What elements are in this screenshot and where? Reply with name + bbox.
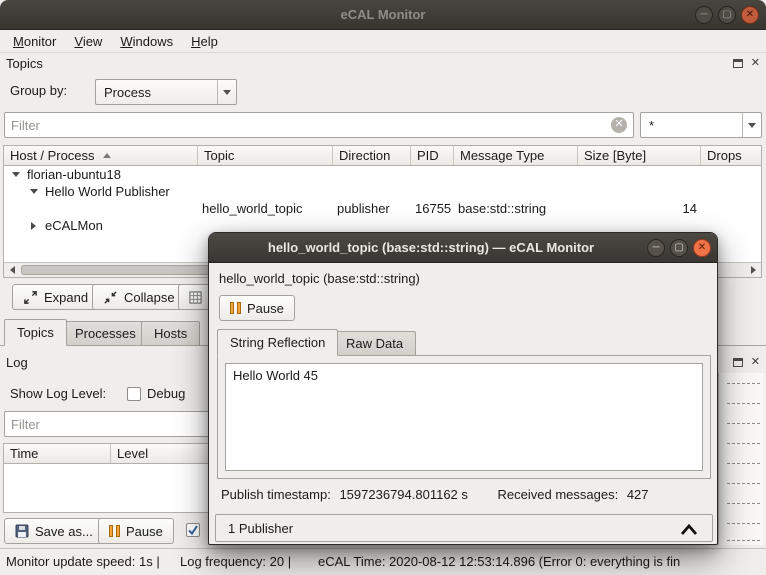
minimize-icon[interactable]: ─: [695, 6, 713, 24]
save-as-button[interactable]: Save as...: [4, 518, 104, 544]
close-icon[interactable]: ✕: [741, 6, 759, 24]
column-level[interactable]: Level: [111, 444, 213, 463]
maximize-icon[interactable]: ▢: [718, 6, 736, 24]
close-icon[interactable]: ✕: [693, 239, 711, 257]
grid-icon: [189, 290, 202, 304]
dialog-titlebar: hello_world_topic (base:std::string) — e…: [209, 233, 717, 263]
tree-row-host[interactable]: florian-ubuntu18: [4, 166, 761, 183]
tree-row-process[interactable]: Hello World Publisher: [4, 183, 761, 200]
debug-label: Debug: [147, 386, 186, 401]
maximize-icon[interactable]: ▢: [670, 239, 688, 257]
column-size[interactable]: Size [Byte]: [578, 146, 701, 165]
tab-string-reflection[interactable]: String Reflection: [217, 329, 339, 356]
pause-icon: [109, 525, 120, 537]
debug-checkbox[interactable]: [127, 387, 141, 401]
log-pause-button[interactable]: Pause: [98, 518, 174, 544]
cell-message-type: base:std::string: [458, 201, 547, 216]
menu-view[interactable]: View: [65, 30, 111, 53]
status-update-speed: Monitor update speed: 1s |: [6, 554, 160, 569]
tab-raw-data[interactable]: Raw Data: [333, 331, 417, 356]
publish-timestamp-label: Publish timestamp:: [221, 487, 331, 502]
collapse-icon: [104, 290, 117, 304]
expanded-arrow-icon[interactable]: [30, 189, 38, 194]
show-log-level-label: Show Log Level:: [10, 386, 107, 401]
publisher-summary-label: 1 Publisher: [228, 520, 294, 536]
group-by-select[interactable]: Process: [95, 79, 237, 105]
dialog-status-row: Publish timestamp: 1597236794.801162 s R…: [221, 487, 649, 502]
tab-processes[interactable]: Processes: [62, 321, 149, 346]
column-topic[interactable]: Topic: [198, 146, 333, 165]
process-label: Hello World Publisher: [45, 184, 170, 199]
chevron-up-icon: [680, 523, 698, 535]
pause-icon: [230, 302, 241, 314]
topics-panel-header: Topics ✕: [0, 53, 766, 74]
float-panel-icon[interactable]: [732, 358, 743, 367]
collapse-section-button[interactable]: [674, 518, 704, 540]
dialog-pause-button[interactable]: Pause: [219, 295, 295, 321]
host-label: florian-ubuntu18: [27, 167, 121, 182]
topics-filter-input[interactable]: [11, 117, 611, 133]
column-drops[interactable]: Drops: [701, 146, 761, 165]
group-by-label: Group by:: [10, 83, 68, 98]
dialog-title: hello_world_topic (base:std::string) — e…: [267, 240, 595, 255]
menu-help[interactable]: Help: [182, 30, 227, 53]
cell-direction: publisher: [337, 201, 390, 216]
minimize-icon[interactable]: ─: [647, 239, 665, 257]
expand-icon: [24, 290, 37, 304]
collapsed-arrow-icon[interactable]: [31, 222, 36, 230]
status-log-frequency: Log frequency: 20 |: [180, 554, 292, 569]
status-bar: Monitor update speed: 1s | Log frequency…: [0, 548, 766, 575]
reflection-pane: Hello World 45: [217, 355, 711, 479]
check-icon: [188, 525, 198, 536]
column-time[interactable]: Time: [4, 444, 111, 463]
window-title: eCAL Monitor: [340, 7, 426, 22]
cell-size: 14: [682, 201, 697, 216]
chevron-down-icon: [217, 80, 236, 104]
tab-topics[interactable]: Topics: [4, 319, 67, 346]
publish-timestamp-value: 1597236794.801162 s: [339, 487, 468, 502]
status-ecal-time: eCAL Time: 2020-08-12 12:53:14.896 (Erro…: [318, 554, 681, 569]
ecal-monitor-window: eCAL Monitor ─ ▢ ✕ Monitor View Windows …: [0, 0, 766, 575]
log-panel-title: Log: [6, 355, 28, 370]
topic-row[interactable]: hello_world_topic publisher 16755 base:s…: [4, 200, 761, 217]
column-message-type[interactable]: Message Type: [454, 146, 578, 165]
topic-reflection-dialog: hello_world_topic (base:std::string) — e…: [208, 232, 718, 545]
received-messages-label: Received messages:: [497, 487, 619, 502]
float-panel-icon[interactable]: [732, 59, 743, 68]
menu-windows[interactable]: Windows: [111, 30, 182, 53]
topic-pattern-value: *: [649, 117, 655, 133]
publisher-summary-bar: 1 Publisher: [215, 514, 713, 542]
topic-pattern-combo[interactable]: *: [640, 112, 762, 138]
topics-filter-box: ✕: [4, 112, 634, 138]
right-clipped-panel: [718, 373, 764, 545]
cell-topic: hello_world_topic: [202, 201, 303, 216]
close-panel-icon[interactable]: ✕: [751, 58, 760, 69]
expanded-arrow-icon[interactable]: [12, 172, 20, 177]
sort-ascending-icon: [102, 153, 111, 158]
expand-button[interactable]: Expand: [12, 284, 100, 310]
column-direction[interactable]: Direction: [333, 146, 411, 165]
cell-pid: 16755: [415, 201, 452, 216]
tab-hosts[interactable]: Hosts: [141, 321, 201, 346]
save-icon: [15, 524, 29, 538]
topics-panel-title: Topics: [6, 56, 43, 71]
scroll-left-icon[interactable]: [4, 263, 20, 277]
message-content-area[interactable]: Hello World 45: [225, 363, 703, 471]
menu-bar: Monitor View Windows Help: [0, 30, 766, 53]
collapse-button[interactable]: Collapse: [92, 284, 186, 310]
chevron-down-icon: [742, 113, 761, 137]
dialog-heading: hello_world_topic (base:std::string): [219, 271, 420, 286]
close-panel-icon[interactable]: ✕: [751, 357, 760, 368]
message-text: Hello World 45: [233, 368, 319, 383]
column-host-process[interactable]: Host / Process: [4, 146, 198, 165]
process-label: eCALMon: [45, 218, 103, 233]
menu-monitor[interactable]: Monitor: [4, 30, 65, 53]
clear-filter-icon[interactable]: ✕: [611, 117, 627, 133]
main-titlebar: eCAL Monitor ─ ▢ ✕: [0, 0, 766, 30]
scroll-right-icon[interactable]: [745, 263, 761, 277]
received-messages-value: 427: [626, 487, 649, 502]
group-by-value: Process: [104, 84, 151, 100]
column-pid[interactable]: PID: [411, 146, 454, 165]
checked-checkbox[interactable]: [186, 523, 200, 537]
